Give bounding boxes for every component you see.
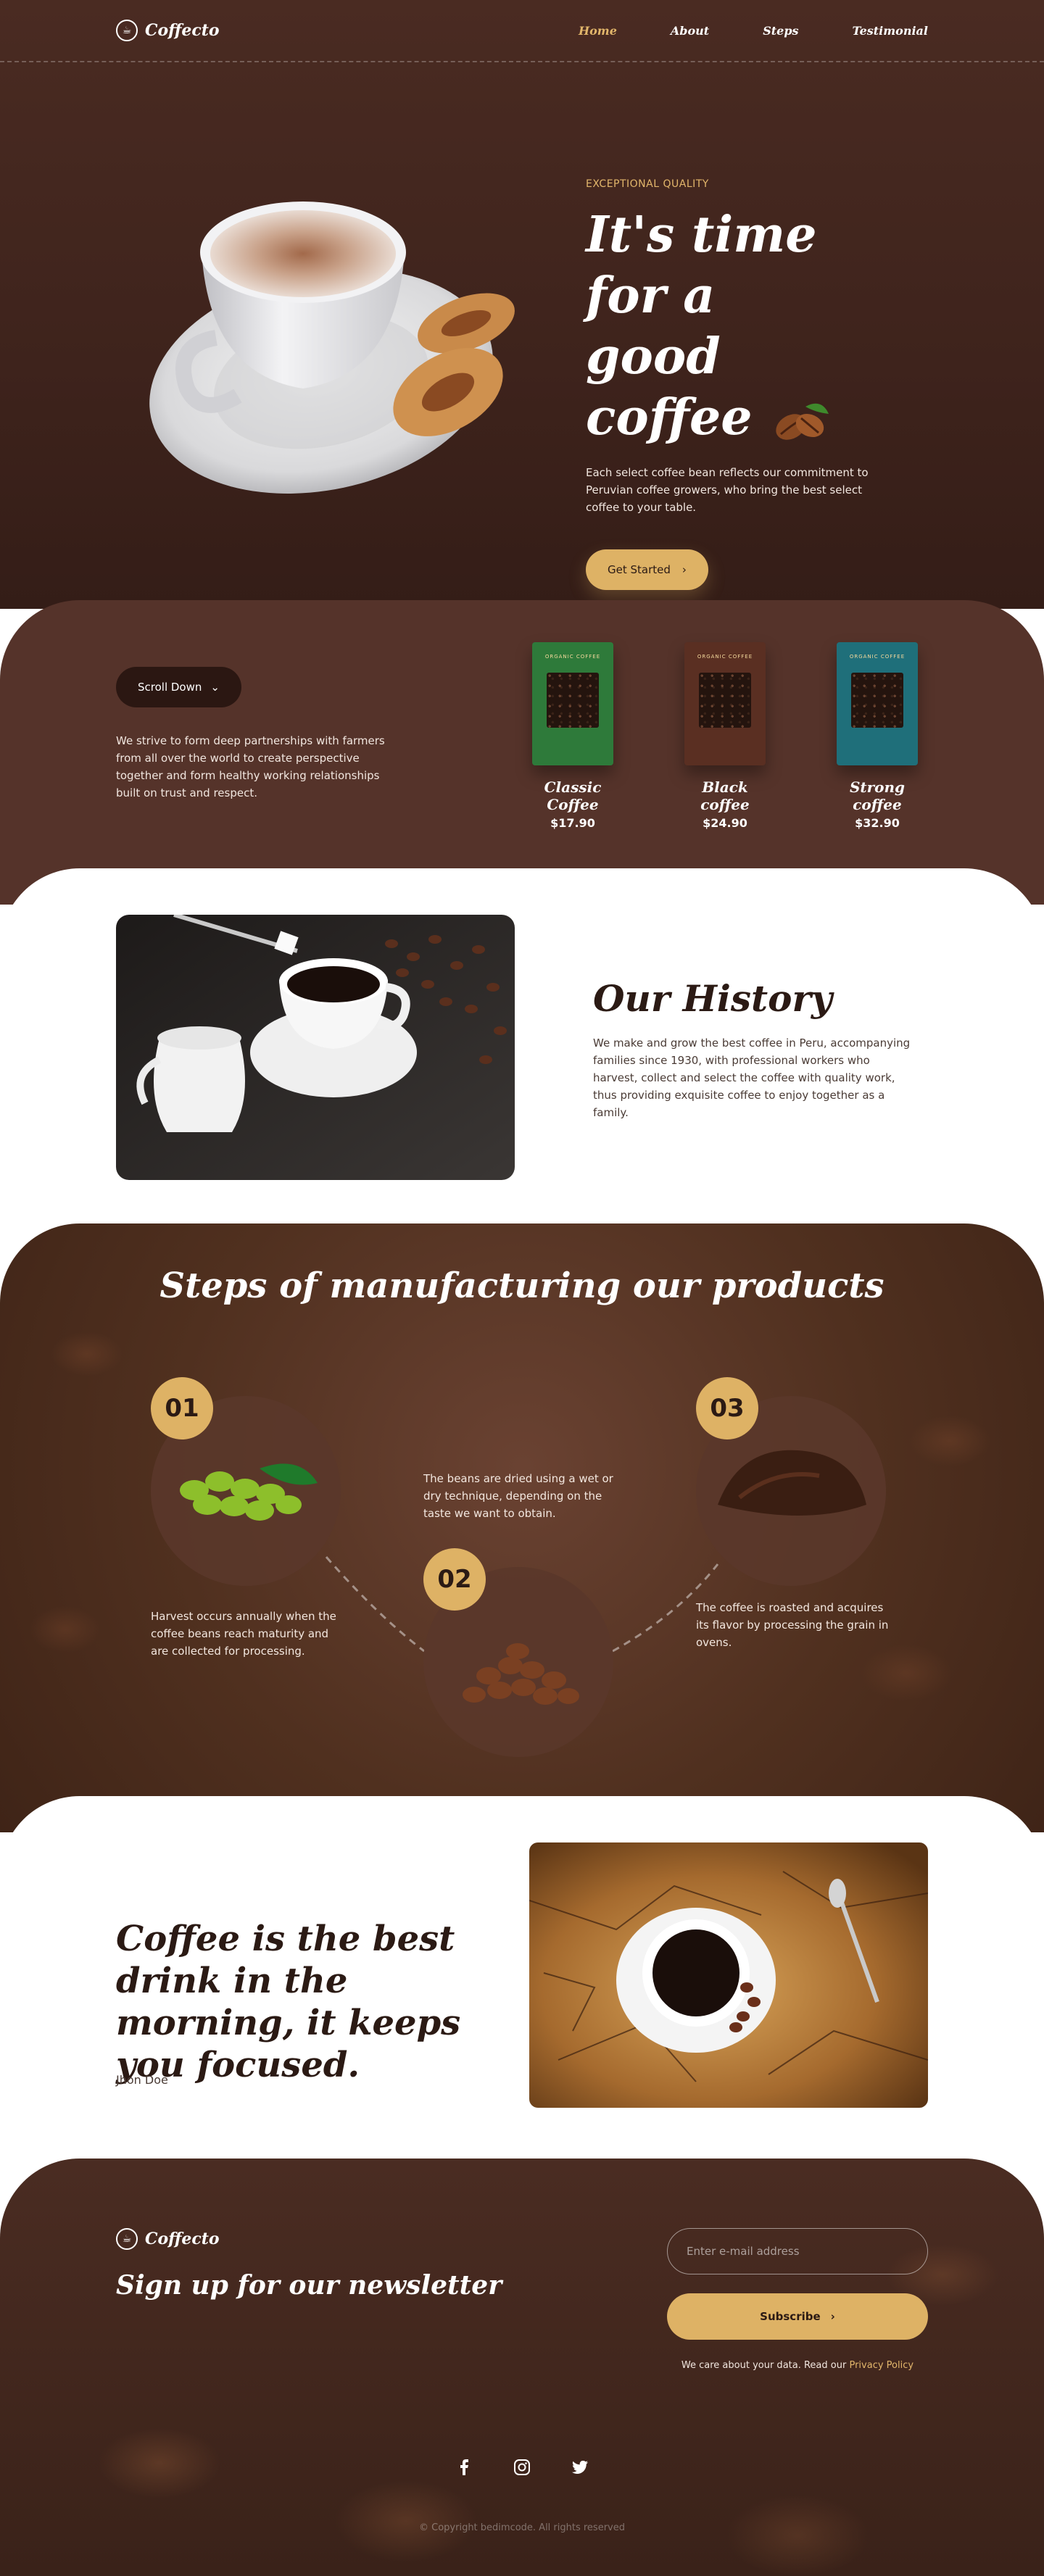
hero-eyebrow: EXCEPTIONAL QUALITY: [586, 178, 709, 190]
newsletter-section: ☕ Coffecto Sign up for our newsletter Su…: [0, 2159, 1044, 2576]
get-started-label: Get Started: [608, 563, 671, 576]
product-name: Strong coffee: [849, 778, 906, 813]
bag-window: [547, 673, 599, 728]
facebook-icon[interactable]: [455, 2459, 473, 2476]
product-price: $32.90: [855, 816, 900, 830]
testimonial-section: Coffee is the best drink in the morning,…: [0, 1796, 1044, 2202]
step-number: 03: [696, 1377, 758, 1439]
coffee-on-wood-image: [529, 1842, 928, 2108]
product-name: Classic Coffee: [544, 778, 602, 813]
testimonial-quote: Coffee is the best drink in the morning,…: [116, 1919, 461, 2085]
testimonial-author: Jhon Doe: [116, 2073, 168, 2087]
brand-name: Coffecto: [145, 21, 220, 40]
nav-links: Home About Steps Testimonial: [579, 24, 928, 38]
chevron-down-icon: ⌄: [210, 681, 220, 694]
scroll-down-button[interactable]: Scroll Down ⌄: [116, 667, 241, 707]
privacy-text: We care about your data. Read our: [681, 2360, 847, 2371]
get-started-button[interactable]: Get Started ›: [586, 549, 708, 590]
chevron-right-icon: ›: [682, 563, 687, 576]
bag-label: ORGANIC COFFEE: [697, 654, 753, 660]
nav-link-about[interactable]: About: [671, 24, 709, 38]
product-card[interactable]: ORGANIC COFFEE Classic Coffee $17.90: [529, 642, 616, 830]
history-title: Our History: [593, 977, 832, 1020]
step-text: Harvest occurs annually when the coffee …: [151, 1610, 336, 1658]
hero-section: ☕ Coffecto Home About Steps Testimonial: [0, 0, 1044, 609]
coffee-cup-image: [149, 201, 515, 494]
history-text: Our History We make and grow the best co…: [593, 977, 912, 1121]
bag-label: ORGANIC COFFEE: [544, 654, 601, 660]
hero-title: It's time for a good coffee: [586, 204, 898, 448]
history-section: Our History We make and grow the best co…: [0, 868, 1044, 1260]
product-price: $17.90: [550, 816, 595, 830]
scroll-down-label: Scroll Down: [138, 681, 202, 694]
steps-section: Steps of manufacturing our products 01 H…: [0, 1223, 1044, 1832]
email-input[interactable]: [667, 2228, 928, 2274]
products-section: Scroll Down ⌄ We strive to form deep par…: [0, 600, 1044, 905]
bag-window: [699, 673, 751, 728]
nav-link-testimonial[interactable]: Testimonial: [853, 24, 928, 38]
hero-title-line2: good coffee: [586, 328, 753, 446]
twitter-icon[interactable]: [571, 2459, 589, 2476]
coffee-cup-icon: ☕: [116, 2228, 138, 2250]
top-nav: ☕ Coffecto Home About Steps Testimonial: [0, 0, 1044, 62]
product-card[interactable]: ORGANIC COFFEE Black coffee $24.90: [682, 642, 768, 830]
chevron-right-icon: ›: [830, 2310, 835, 2323]
steps-title: Steps of manufacturing our products: [160, 1266, 884, 1306]
bag-window: [851, 673, 903, 728]
history-description: We make and grow the best coffee in Peru…: [593, 1036, 911, 1119]
products-description: We strive to form deep partnerships with…: [116, 734, 385, 799]
social-links: [0, 2459, 1044, 2476]
coffee-bag-image: ORGANIC COFFEE: [837, 642, 918, 765]
coffee-beans-icon: [776, 403, 829, 440]
product-name: Black coffee: [700, 778, 750, 813]
footer-logo[interactable]: ☕ Coffecto: [116, 2228, 220, 2250]
brand-name: Coffecto: [145, 2230, 220, 2248]
subscribe-label: Subscribe: [760, 2310, 821, 2323]
hero-description: Each select coffee bean reflects our com…: [586, 466, 869, 514]
step-text: The beans are dried using a wet or dry t…: [423, 1472, 613, 1520]
product-list: ORGANIC COFFEE Classic Coffee $17.90 ORG…: [529, 642, 921, 830]
subscribe-button[interactable]: Subscribe ›: [667, 2293, 928, 2340]
product-price: $24.90: [703, 816, 747, 830]
brand-logo[interactable]: ☕ Coffecto: [116, 20, 220, 41]
product-card[interactable]: ORGANIC COFFEE Strong coffee $32.90: [834, 642, 921, 830]
hero-content: EXCEPTIONAL QUALITY It's time for a good…: [0, 62, 1044, 609]
coffee-cup-icon: ☕: [116, 20, 138, 41]
privacy-note: We care about your data. Read our Privac…: [667, 2360, 928, 2371]
step-text: The coffee is roasted and acquires its f…: [696, 1601, 889, 1649]
nav-link-steps[interactable]: Steps: [763, 24, 798, 38]
hero-title-line1: It's time for a: [586, 206, 817, 325]
privacy-policy-link[interactable]: Privacy Policy: [849, 2360, 914, 2371]
newsletter-title: Sign up for our newsletter: [116, 2270, 502, 2301]
nav-link-home[interactable]: Home: [579, 24, 617, 38]
coffee-bag-image: ORGANIC COFFEE: [532, 642, 613, 765]
instagram-icon[interactable]: [513, 2459, 531, 2476]
coffee-with-milk-image: [116, 915, 515, 1180]
hero-text: EXCEPTIONAL QUALITY It's time for a good…: [586, 178, 898, 590]
step-number: 02: [423, 1548, 486, 1611]
bag-label: ORGANIC COFFEE: [849, 654, 906, 660]
coffee-bag-image: ORGANIC COFFEE: [684, 642, 766, 765]
copyright: © Copyright bedimcode. All rights reserv…: [419, 2522, 625, 2533]
step-number: 01: [151, 1377, 213, 1439]
